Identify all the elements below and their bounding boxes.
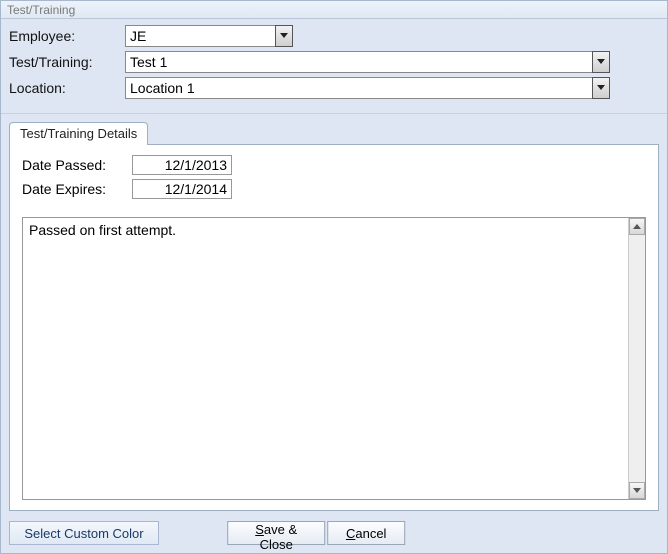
tab-strip: Test/Training Details [9, 120, 659, 144]
location-combo[interactable] [125, 77, 610, 99]
testtraining-combo[interactable] [125, 51, 610, 73]
testtraining-input[interactable] [125, 51, 592, 73]
location-label: Location: [9, 80, 125, 96]
chevron-down-icon [597, 85, 605, 91]
header-form: Employee: Test/Training: Location: [1, 19, 667, 114]
notes-container [22, 217, 646, 500]
save-mnemonic: S [255, 522, 264, 537]
date-passed-label: Date Passed: [22, 157, 132, 173]
location-dropdown-button[interactable] [592, 77, 610, 99]
date-expires-row: Date Expires: [22, 179, 646, 199]
testtraining-row: Test/Training: [9, 51, 659, 73]
window-title: Test/Training [1, 1, 667, 19]
employee-row: Employee: [9, 25, 659, 47]
cancel-button[interactable]: Cancel [327, 521, 405, 545]
tab-details[interactable]: Test/Training Details [9, 122, 148, 145]
cancel-mnemonic: C [346, 526, 355, 541]
notes-textarea[interactable] [23, 218, 628, 499]
select-custom-color-button[interactable]: Select Custom Color [9, 521, 159, 545]
date-passed-row: Date Passed: [22, 155, 646, 175]
cancel-rest: ancel [355, 526, 386, 541]
employee-combo[interactable] [125, 25, 293, 47]
scroll-down-button[interactable] [629, 482, 645, 499]
save-and-close-button[interactable]: Save & Close [227, 521, 325, 545]
chevron-up-icon [633, 224, 641, 230]
tab-panel-details: Date Passed: Date Expires: [9, 144, 659, 511]
test-training-window: Test/Training Employee: Test/Training: L… [0, 0, 668, 554]
location-row: Location: [9, 77, 659, 99]
notes-scrollbar[interactable] [628, 218, 645, 499]
date-expires-input[interactable] [132, 179, 232, 199]
chevron-down-icon [597, 59, 605, 65]
footer-bar: Select Custom Color Save & Close Cancel [1, 515, 667, 553]
employee-label: Employee: [9, 28, 125, 44]
location-input[interactable] [125, 77, 592, 99]
scroll-up-button[interactable] [629, 218, 645, 235]
footer-center-buttons: Save & Close Cancel [227, 521, 405, 545]
date-passed-input[interactable] [132, 155, 232, 175]
chevron-down-icon [633, 488, 641, 494]
testtraining-dropdown-button[interactable] [592, 51, 610, 73]
save-rest: ave & Close [260, 522, 298, 552]
employee-dropdown-button[interactable] [275, 25, 293, 47]
testtraining-label: Test/Training: [9, 54, 125, 70]
employee-input[interactable] [125, 25, 275, 47]
tabs-area: Test/Training Details Date Passed: Date … [1, 114, 667, 515]
chevron-down-icon [280, 33, 288, 39]
date-expires-label: Date Expires: [22, 181, 132, 197]
